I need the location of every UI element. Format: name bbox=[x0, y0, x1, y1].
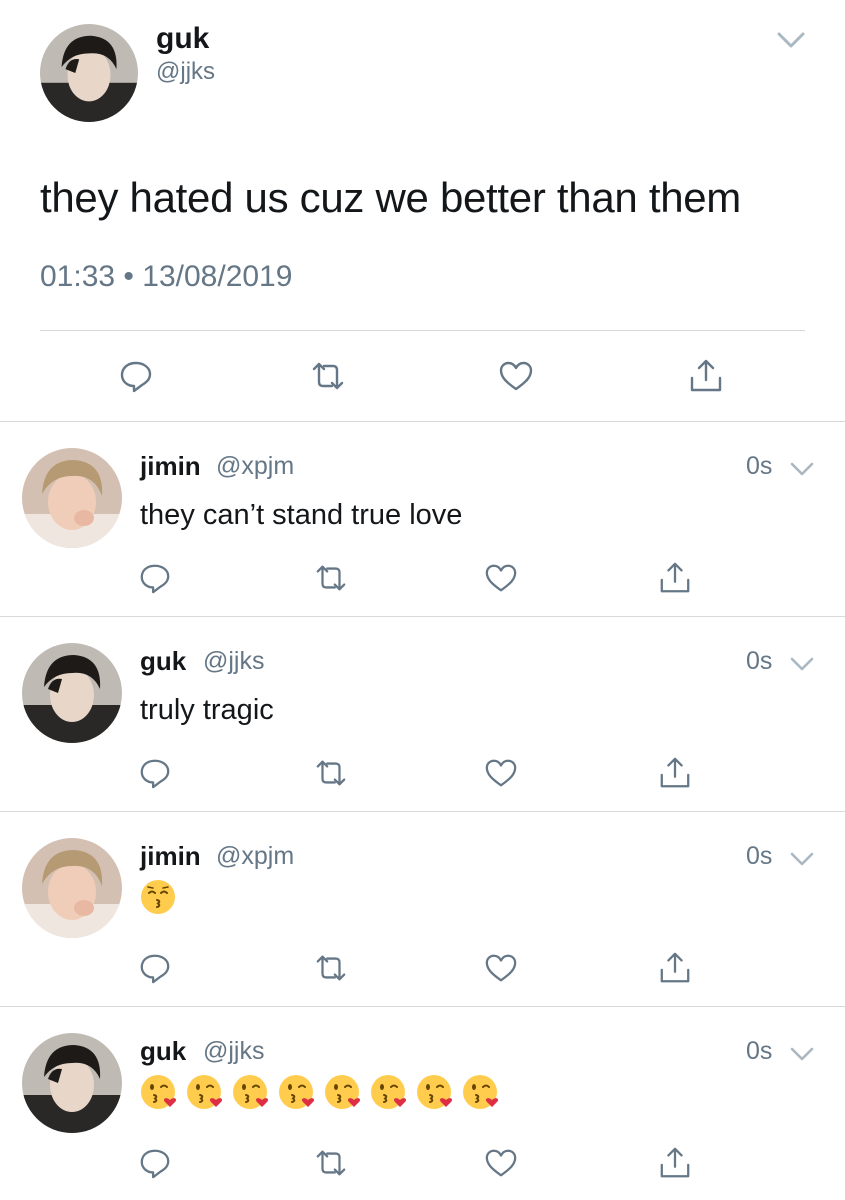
tweet-text: they hated us cuz we better than them bbox=[40, 174, 741, 221]
face-blowing-kiss-emoji bbox=[371, 1075, 406, 1109]
reply-icon[interactable] bbox=[118, 358, 154, 394]
avatar[interactable] bbox=[40, 24, 138, 122]
tweet-time: 0s bbox=[746, 452, 773, 480]
reply-icon[interactable] bbox=[138, 1146, 172, 1180]
face-blowing-kiss-emoji bbox=[187, 1075, 222, 1109]
share-icon[interactable] bbox=[688, 358, 724, 394]
tweet-timestamp: 01:33 • 13/08/2019 bbox=[40, 260, 292, 294]
retweet-icon[interactable] bbox=[314, 1146, 348, 1180]
divider bbox=[40, 330, 805, 331]
tweet-time: 0s bbox=[746, 842, 773, 870]
meta-separator: • bbox=[123, 260, 134, 293]
face-blowing-kiss-emoji bbox=[233, 1075, 268, 1109]
retweet-icon[interactable] bbox=[314, 756, 348, 790]
divider bbox=[0, 616, 845, 617]
author-handle[interactable]: @jjks bbox=[156, 58, 215, 86]
chevron-down-icon[interactable] bbox=[790, 461, 814, 477]
author-name[interactable]: guk bbox=[156, 22, 209, 56]
tweet-text: they can’t stand true love bbox=[140, 499, 463, 531]
avatar[interactable] bbox=[22, 838, 122, 938]
avatar[interactable] bbox=[22, 643, 122, 743]
avatar[interactable] bbox=[22, 448, 122, 548]
divider bbox=[0, 1006, 845, 1007]
reply-tweet[interactable]: guk @jjks 0s bbox=[0, 1006, 845, 1200]
retweet-icon[interactable] bbox=[314, 951, 348, 985]
kissing-closed-eyes-emoji bbox=[141, 880, 175, 914]
like-icon[interactable] bbox=[484, 561, 518, 595]
chevron-down-icon[interactable] bbox=[776, 30, 806, 50]
like-icon[interactable] bbox=[498, 358, 534, 394]
reply-tweet[interactable]: guk @jjks 0s truly tragic bbox=[0, 616, 845, 811]
retweet-icon[interactable] bbox=[310, 358, 346, 394]
chevron-down-icon[interactable] bbox=[790, 656, 814, 672]
tweet-time: 0s bbox=[746, 647, 773, 675]
retweet-icon[interactable] bbox=[314, 561, 348, 595]
face-blowing-kiss-emoji bbox=[279, 1075, 314, 1109]
face-blowing-kiss-emoji bbox=[325, 1075, 360, 1109]
reply-tweet[interactable]: jimin @xpjm 0s they can’t stand true love bbox=[0, 421, 845, 616]
reply-tweet[interactable]: jimin @xpjm 0s bbox=[0, 811, 845, 1006]
author-handle[interactable]: @jjks bbox=[203, 647, 265, 676]
author-name[interactable]: jimin bbox=[140, 451, 201, 482]
avatar[interactable] bbox=[22, 1033, 122, 1133]
reply-icon[interactable] bbox=[138, 951, 172, 985]
tweet-text: truly tragic bbox=[140, 694, 274, 726]
main-tweet: guk @jjks they hated us cuz we better th… bbox=[0, 0, 845, 420]
reply-icon[interactable] bbox=[138, 561, 172, 595]
author-name[interactable]: jimin bbox=[140, 841, 201, 872]
reply-icon[interactable] bbox=[138, 756, 172, 790]
share-icon[interactable] bbox=[658, 1146, 692, 1180]
author-name[interactable]: guk bbox=[140, 1036, 186, 1067]
like-icon[interactable] bbox=[484, 1146, 518, 1180]
divider bbox=[0, 811, 845, 812]
tweet-date: 13/08/2019 bbox=[142, 260, 293, 293]
tweet-time: 01:33 bbox=[40, 260, 116, 293]
like-icon[interactable] bbox=[484, 756, 518, 790]
like-icon[interactable] bbox=[484, 951, 518, 985]
chevron-down-icon[interactable] bbox=[790, 851, 814, 867]
face-blowing-kiss-emoji bbox=[141, 1075, 176, 1109]
share-icon[interactable] bbox=[658, 951, 692, 985]
chevron-down-icon[interactable] bbox=[790, 1046, 814, 1062]
tweet-emojis bbox=[140, 879, 176, 915]
tweet-emojis bbox=[140, 1074, 498, 1110]
share-icon[interactable] bbox=[658, 756, 692, 790]
author-handle[interactable]: @xpjm bbox=[216, 842, 294, 871]
author-name[interactable]: guk bbox=[140, 646, 186, 677]
author-handle[interactable]: @jjks bbox=[203, 1037, 265, 1066]
divider bbox=[0, 421, 845, 422]
share-icon[interactable] bbox=[658, 561, 692, 595]
tweet-time: 0s bbox=[746, 1037, 773, 1065]
face-blowing-kiss-emoji bbox=[417, 1075, 452, 1109]
face-blowing-kiss-emoji bbox=[463, 1075, 498, 1109]
author-handle[interactable]: @xpjm bbox=[216, 452, 294, 481]
